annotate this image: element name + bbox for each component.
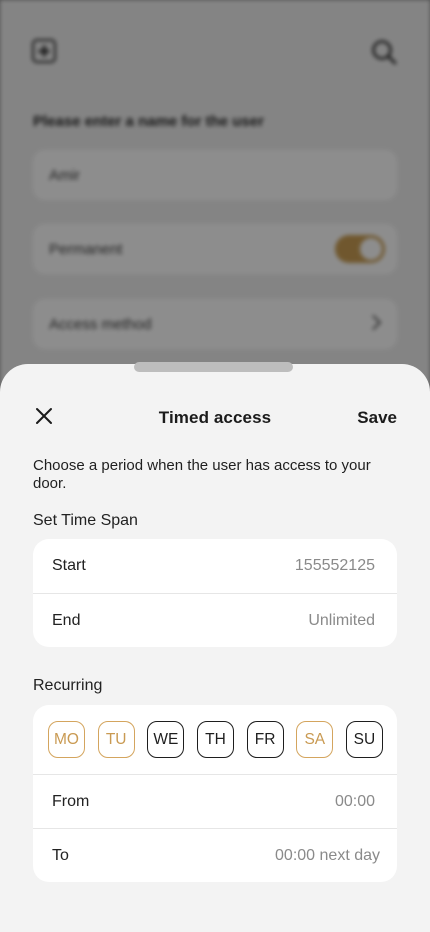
time-span-card: Start 155552125 End Unlimited xyxy=(33,539,397,647)
start-value: 155552125 xyxy=(294,557,375,574)
end-value: Unlimited xyxy=(308,611,375,629)
day-toggle-sa[interactable]: SA xyxy=(296,721,334,758)
start-row[interactable]: Start 155552125 xyxy=(33,539,397,593)
day-selector: MO TU WE TH FR SA SU xyxy=(33,705,397,774)
day-toggle-fr[interactable]: FR xyxy=(246,721,284,758)
end-label: End xyxy=(52,611,81,629)
sheet-drag-handle[interactable] xyxy=(134,362,293,372)
day-toggle-su[interactable]: SU xyxy=(345,721,383,758)
time-span-label: Set Time Span xyxy=(33,512,138,529)
day-toggle-tu[interactable]: TU xyxy=(97,721,135,758)
from-label: From xyxy=(52,792,90,810)
end-row[interactable]: End Unlimited xyxy=(33,593,397,647)
start-label: Start xyxy=(52,557,86,574)
day-toggle-th[interactable]: TH xyxy=(196,721,234,758)
to-label: To xyxy=(52,846,69,864)
recurring-card: MO TU WE TH FR SA SU From 00:00 To 00:00… xyxy=(33,705,397,882)
day-toggle-we[interactable]: WE xyxy=(147,721,185,758)
save-button[interactable]: Save xyxy=(357,408,397,428)
recurring-label: Recurring xyxy=(33,677,103,694)
day-toggle-mo[interactable]: MO xyxy=(48,721,85,758)
to-value: 00:00 next day xyxy=(275,846,380,864)
to-row[interactable]: To 00:00 next day xyxy=(33,828,397,882)
from-value: 00:00 xyxy=(334,792,375,810)
from-row[interactable]: From 00:00 xyxy=(33,774,397,828)
sheet-description: Choose a period when the user has access… xyxy=(33,457,371,492)
